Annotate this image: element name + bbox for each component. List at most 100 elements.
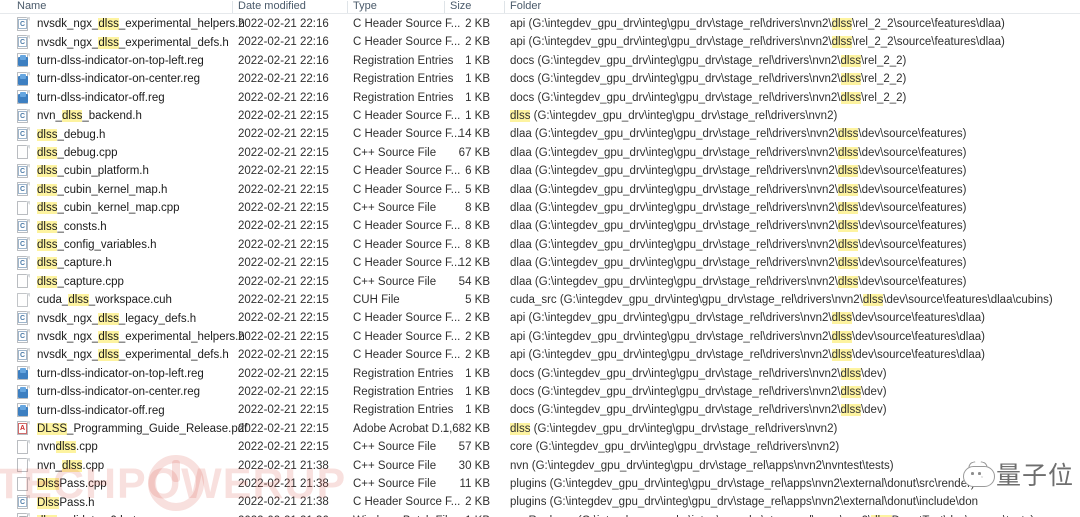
table-row[interactable]: turn-dlss-indicator-on-center.reg 2022-02… xyxy=(0,383,1080,401)
file-name-cell[interactable]: c nvndlss.cpp xyxy=(17,438,98,456)
file-folder-cell: dlaa (G:\integdev_gpu_drv\integ\gpu_drv\… xyxy=(510,257,967,270)
table-row[interactable]: Cdlss_cubin_platform.h 2022-02-21 22:15 C … xyxy=(0,162,1080,180)
table-row[interactable]: cdlss_capture.cpp2022-02-21 22:15C++ Sou… xyxy=(0,273,1080,291)
file-name-cell[interactable]: c nvn_dlss.cpp xyxy=(17,457,104,475)
registration-entries-icon xyxy=(17,71,30,87)
table-row[interactable]: Cdlss_config_variables.h 2022-02-21 22:15… xyxy=(0,236,1080,254)
table-row[interactable]: turn-dlss-indicator-off.reg 2022-02-21 22… xyxy=(0,401,1080,419)
column-header-row: Name Date modified Type Size Folder xyxy=(0,0,1080,14)
column-header-type[interactable]: Type xyxy=(353,0,377,13)
column-divider-date[interactable] xyxy=(347,1,348,13)
file-folder-cell: dlaa (G:\integdev_gpu_drv\integ\gpu_drv\… xyxy=(510,146,967,159)
file-date-cell: 2022-02-21 22:15 xyxy=(238,441,329,454)
table-row[interactable]: cuda_dlss_workspace.cuh 2022-02-21 22:15 C… xyxy=(0,291,1080,309)
file-name-text: DlssPass.h xyxy=(37,496,95,509)
column-header-size[interactable]: Size xyxy=(450,0,471,13)
file-name-cell[interactable]: turn-dlss-indicator-off.reg xyxy=(17,89,165,107)
file-size-cell: 11 KB xyxy=(459,478,490,490)
table-row[interactable]: C DlssPass.h 2022-02-21 21:38 C Header Sour… xyxy=(0,493,1080,511)
file-name-cell[interactable]: turn-dlss-indicator-on-top-left.reg xyxy=(17,365,204,383)
file-name-cell[interactable]: c dlss_cubin_kernel_map.cpp xyxy=(17,199,180,217)
table-row[interactable]: c dlss_cubin_kernel_map.cpp 2022-02-21 22:… xyxy=(0,199,1080,217)
file-name-cell[interactable]: turn-dlss-indicator-on-center.reg xyxy=(17,70,200,88)
c-header-file-icon: C xyxy=(17,35,30,50)
file-name-cell[interactable]: Cdlss_consts.h xyxy=(17,217,107,235)
file-name-text: nvsdk_ngx_dlss_experimental_helpers.h xyxy=(37,18,245,31)
table-row[interactable]: Cnvsdk_ngx_dlss_experimental_defs.h 2022-… xyxy=(0,346,1080,364)
file-name-cell[interactable]: dlss-validate-x9.bat xyxy=(17,512,136,517)
file-name-cell[interactable]: Cdlss_cubin_kernel_map.h xyxy=(17,181,167,199)
file-folder-cell: api (G:\integdev_gpu_drv\integ\gpu_drv\s… xyxy=(510,18,1005,30)
table-row[interactable]: Cdlss_debug.h 2022-02-21 22:15 C Header So… xyxy=(0,125,1080,143)
file-folder-cell: nvn (G:\integdev_gpu_drv\integ\gpu_drv\s… xyxy=(510,459,894,472)
file-date-cell: 2022-02-21 22:15 xyxy=(238,349,329,362)
file-name-cell[interactable]: Cdlss_debug.h xyxy=(17,125,105,143)
file-folder-cell: dlaa (G:\integdev_gpu_drv\integ\gpu_drv\… xyxy=(510,165,967,178)
file-date-cell: 2022-02-21 22:15 xyxy=(238,183,329,196)
file-name-cell[interactable]: turn-dlss-indicator-off.reg xyxy=(17,401,165,419)
file-name-cell[interactable]: Cnvsdk_ngx_dlss_experimental_defs.h xyxy=(17,33,229,51)
file-folder-cell: docs (G:\integdev_gpu_drv\integ\gpu_drv\… xyxy=(510,73,907,86)
file-name-cell[interactable]: c dlss_capture.cpp xyxy=(17,273,124,291)
column-header-name[interactable]: Name xyxy=(17,0,46,13)
file-size-cell: 1,682 KB xyxy=(442,422,490,435)
table-row[interactable]: Cnvsdk_ngx_dlss_experimental_helpers.h 20… xyxy=(0,15,1080,33)
table-row[interactable]: Cnvsdk_ngx_dlss_experimental_defs.h 2022-… xyxy=(0,33,1080,51)
file-size-cell: 57 KB xyxy=(458,441,490,454)
file-name-cell[interactable]: turn-dlss-indicator-on-top-left.reg xyxy=(17,52,204,70)
table-row[interactable]: Cdlss_capture.h 2022-02-21 22:15 C Header … xyxy=(0,254,1080,272)
file-folder-cell: dlss (G:\integdev_gpu_drv\integ\gpu_drv\… xyxy=(510,110,838,122)
file-date-cell: 2022-02-21 21:36 xyxy=(238,512,329,517)
c-header-file-icon: C xyxy=(17,219,30,234)
column-divider-type[interactable] xyxy=(444,1,445,13)
column-divider-size[interactable] xyxy=(504,1,505,13)
table-row[interactable]: cnvn_dlss.cpp2022-02-21 21:38C++ Source … xyxy=(0,457,1080,475)
table-row[interactable]: cnvndlss.cpp2022-02-21 22:15C++ Source F… xyxy=(0,438,1080,456)
table-row[interactable]: turn-dlss-indicator-off.reg 2022-02-21 22… xyxy=(0,89,1080,107)
file-name-text: dlss_debug.cpp xyxy=(37,146,118,159)
file-size-cell: 2 KB xyxy=(465,330,490,343)
file-name-text: dlss_cubin_kernel_map.cpp xyxy=(37,202,180,215)
table-row[interactable]: Cdlss_consts.h 2022-02-21 22:15 C Header S… xyxy=(0,217,1080,235)
file-name-cell[interactable]: c dlss_debug.cpp xyxy=(17,144,118,162)
column-divider-name[interactable] xyxy=(232,1,233,13)
table-row[interactable]: A DLSS_Programming_Guide_Release.pdf 2022-… xyxy=(0,420,1080,438)
table-row[interactable]: Cnvsdk_ngx_dlss_experimental_helpers.h 20… xyxy=(0,328,1080,346)
column-header-folder[interactable]: Folder xyxy=(510,0,541,13)
file-name-cell[interactable]: Cnvn_dlss_backend.h xyxy=(17,107,142,125)
file-name-text: turn-dlss-indicator-off.reg xyxy=(37,404,165,417)
table-row[interactable]: turn-dlss-indicator-on-center.reg 2022-02… xyxy=(0,70,1080,88)
file-name-cell[interactable]: Cnvsdk_ngx_dlss_legacy_defs.h xyxy=(17,309,196,327)
c-header-file-icon: C xyxy=(17,347,30,363)
registration-entries-icon xyxy=(17,384,30,400)
file-name-cell[interactable]: c DlssPass.cpp xyxy=(17,475,107,493)
table-row[interactable]: dlss-validate-x9.bat2022-02-21 21:36Wind… xyxy=(0,512,1080,517)
file-name-cell[interactable]: C DlssPass.h xyxy=(17,493,95,511)
table-row[interactable]: Cnvsdk_ngx_dlss_legacy_defs.h 2022-02-21 … xyxy=(0,309,1080,327)
file-name-cell[interactable]: A DLSS_Programming_Guide_Release.pdf xyxy=(17,420,247,438)
cuh-file-icon xyxy=(17,292,30,308)
file-name-cell[interactable]: Cdlss_cubin_platform.h xyxy=(17,162,149,180)
column-header-date-modified[interactable]: Date modified xyxy=(238,0,306,13)
cpp-source-file-icon: c xyxy=(17,274,30,289)
table-row[interactable]: Cdlss_cubin_kernel_map.h 2022-02-21 22:15… xyxy=(0,181,1080,199)
cpp-source-file-icon: c xyxy=(17,439,30,455)
file-name-cell[interactable]: Cnvsdk_ngx_dlss_experimental_helpers.h xyxy=(17,15,245,33)
table-row[interactable]: cdlss_debug.cpp2022-02-21 22:15C++ Sourc… xyxy=(0,144,1080,162)
table-row[interactable]: Cnvn_dlss_backend.h 2022-02-21 22:15 C Hea… xyxy=(0,107,1080,125)
file-folder-cell: plugins (G:\integdev_gpu_drv\integ\gpu_d… xyxy=(510,496,978,509)
file-name-cell[interactable]: turn-dlss-indicator-on-center.reg xyxy=(17,383,200,401)
table-row[interactable]: cDlssPass.cpp2022-02-21 21:38C++ Source … xyxy=(0,475,1080,493)
file-name-cell[interactable]: Cnvsdk_ngx_dlss_experimental_defs.h xyxy=(17,346,229,364)
file-name-text: cuda_dlss_workspace.cuh xyxy=(37,294,172,307)
table-row[interactable]: turn-dlss-indicator-on-top-left.reg 2022-… xyxy=(0,52,1080,70)
table-row[interactable]: turn-dlss-indicator-on-top-left.reg 2022-… xyxy=(0,365,1080,383)
file-name-cell[interactable]: Cnvsdk_ngx_dlss_experimental_helpers.h xyxy=(17,328,245,346)
file-folder-cell: api (G:\integdev_gpu_drv\integ\gpu_drv\s… xyxy=(510,349,985,362)
file-name-cell[interactable]: cuda_dlss_workspace.cuh xyxy=(17,291,172,309)
file-name-text: turn-dlss-indicator-on-top-left.reg xyxy=(37,54,204,67)
file-name-cell[interactable]: Cdlss_capture.h xyxy=(17,254,112,272)
file-size-cell: 1 KB xyxy=(414,512,490,517)
file-list[interactable]: Cnvsdk_ngx_dlss_legacy_defs.h 2022-02-21 … xyxy=(0,0,1080,517)
file-name-cell[interactable]: Cdlss_config_variables.h xyxy=(17,236,157,254)
